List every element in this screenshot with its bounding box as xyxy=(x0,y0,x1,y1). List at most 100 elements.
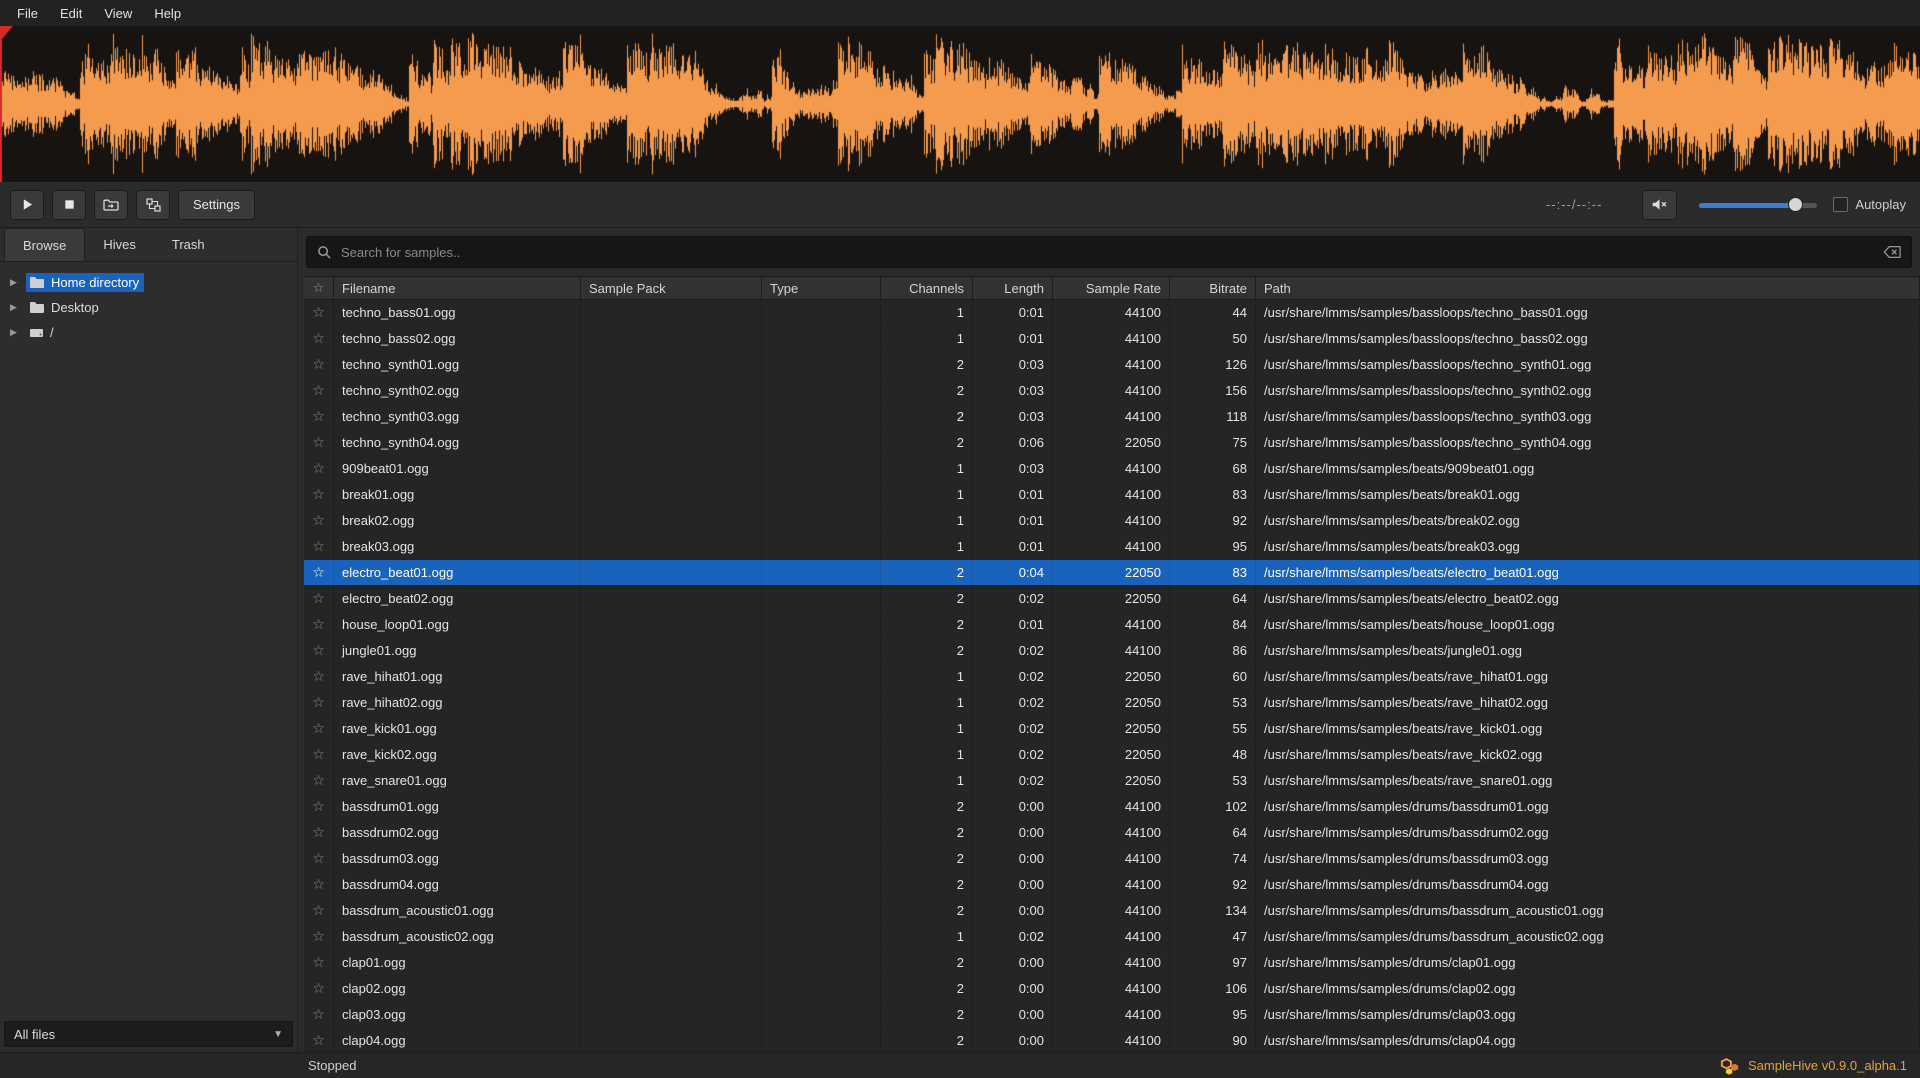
favorite-star-icon[interactable]: ☆ xyxy=(304,378,334,403)
table-row[interactable]: ☆ bassdrum01.ogg 2 0:00 44100 102 /usr/s… xyxy=(304,794,1920,820)
cell-bitrate: 55 xyxy=(1170,716,1256,741)
tab-hives[interactable]: Hives xyxy=(85,228,154,261)
autoplay-checkbox[interactable] xyxy=(1833,197,1848,212)
table-row[interactable]: ☆ electro_beat02.ogg 2 0:02 22050 64 /us… xyxy=(304,586,1920,612)
favorite-star-icon[interactable]: ☆ xyxy=(304,534,334,559)
table-row[interactable]: ☆ clap02.ogg 2 0:00 44100 106 /usr/share… xyxy=(304,976,1920,1002)
favorite-star-icon[interactable]: ☆ xyxy=(304,456,334,481)
table-row[interactable]: ☆ rave_hihat02.ogg 1 0:02 22050 53 /usr/… xyxy=(304,690,1920,716)
favorite-star-icon[interactable]: ☆ xyxy=(304,404,334,429)
column-bitrate[interactable]: Bitrate xyxy=(1170,277,1256,299)
favorite-star-icon[interactable]: ☆ xyxy=(304,1028,334,1052)
favorite-star-icon[interactable]: ☆ xyxy=(304,976,334,1001)
volume-knob[interactable] xyxy=(1788,197,1803,212)
favorite-star-icon[interactable]: ☆ xyxy=(304,586,334,611)
table-row[interactable]: ☆ rave_kick01.ogg 1 0:02 22050 55 /usr/s… xyxy=(304,716,1920,742)
search-input[interactable] xyxy=(341,245,1874,260)
tab-trash[interactable]: Trash xyxy=(154,228,223,261)
favorite-star-icon[interactable]: ☆ xyxy=(304,872,334,897)
file-filter-dropdown[interactable]: All files ▼ xyxy=(4,1021,293,1047)
menu-help[interactable]: Help xyxy=(143,2,192,25)
tree-item-desktop[interactable]: ▶ Desktop xyxy=(0,295,297,320)
column-type[interactable]: Type xyxy=(762,277,881,299)
favorite-star-icon[interactable]: ☆ xyxy=(304,352,334,377)
column-length[interactable]: Length xyxy=(973,277,1053,299)
column-sample-pack[interactable]: Sample Pack xyxy=(581,277,762,299)
table-row[interactable]: ☆ rave_kick02.ogg 1 0:02 22050 48 /usr/s… xyxy=(304,742,1920,768)
favorite-star-icon[interactable]: ☆ xyxy=(304,638,334,663)
table-row[interactable]: ☆ break01.ogg 1 0:01 44100 83 /usr/share… xyxy=(304,482,1920,508)
play-button[interactable] xyxy=(10,190,44,220)
stop-button[interactable] xyxy=(52,190,86,220)
table-row[interactable]: ☆ break03.ogg 1 0:01 44100 95 /usr/share… xyxy=(304,534,1920,560)
column-path[interactable]: Path xyxy=(1256,277,1920,299)
menu-view[interactable]: View xyxy=(93,2,143,25)
cell-filename: techno_synth02.ogg xyxy=(334,378,581,403)
table-row[interactable]: ☆ house_loop01.ogg 2 0:01 44100 84 /usr/… xyxy=(304,612,1920,638)
table-row[interactable]: ☆ rave_hihat01.ogg 1 0:02 22050 60 /usr/… xyxy=(304,664,1920,690)
favorite-star-icon[interactable]: ☆ xyxy=(304,508,334,533)
table-row[interactable]: ☆ bassdrum03.ogg 2 0:00 44100 74 /usr/sh… xyxy=(304,846,1920,872)
favorite-star-icon[interactable]: ☆ xyxy=(304,430,334,455)
table-row[interactable]: ☆ techno_synth02.ogg 2 0:03 44100 156 /u… xyxy=(304,378,1920,404)
settings-button[interactable]: Settings xyxy=(178,190,255,220)
favorite-star-icon[interactable]: ☆ xyxy=(304,846,334,871)
column-filename[interactable]: Filename xyxy=(334,277,581,299)
clear-search-icon[interactable] xyxy=(1883,245,1901,259)
table-row[interactable]: ☆ bassdrum_acoustic01.ogg 2 0:00 44100 1… xyxy=(304,898,1920,924)
menu-file[interactable]: File xyxy=(6,2,49,25)
table-row[interactable]: ☆ break02.ogg 1 0:01 44100 92 /usr/share… xyxy=(304,508,1920,534)
favorite-star-icon[interactable]: ☆ xyxy=(304,716,334,741)
tree-item-root[interactable]: ▶ / xyxy=(0,320,297,345)
table-row[interactable]: ☆ rave_snare01.ogg 1 0:02 22050 53 /usr/… xyxy=(304,768,1920,794)
table-row[interactable]: ☆ jungle01.ogg 2 0:02 44100 86 /usr/shar… xyxy=(304,638,1920,664)
cell-path: /usr/share/lmms/samples/bassloops/techno… xyxy=(1256,352,1920,377)
table-row[interactable]: ☆ clap03.ogg 2 0:00 44100 95 /usr/share/… xyxy=(304,1002,1920,1028)
cell-sample-rate: 44100 xyxy=(1053,950,1170,975)
mute-button[interactable] xyxy=(1642,190,1677,220)
favorite-star-icon[interactable]: ☆ xyxy=(304,1002,334,1027)
favorite-star-icon[interactable]: ☆ xyxy=(304,664,334,689)
expand-arrow-icon[interactable]: ▶ xyxy=(10,327,26,338)
favorite-star-icon[interactable]: ☆ xyxy=(304,482,334,507)
favorite-star-icon[interactable]: ☆ xyxy=(304,768,334,793)
favorite-star-icon[interactable]: ☆ xyxy=(304,794,334,819)
table-row[interactable]: ☆ 909beat01.ogg 1 0:03 44100 68 /usr/sha… xyxy=(304,456,1920,482)
table-row[interactable]: ☆ clap04.ogg 2 0:00 44100 90 /usr/share/… xyxy=(304,1028,1920,1052)
favorite-star-icon[interactable]: ☆ xyxy=(304,300,334,325)
column-channels[interactable]: Channels xyxy=(881,277,973,299)
table-row[interactable]: ☆ clap01.ogg 2 0:00 44100 97 /usr/share/… xyxy=(304,950,1920,976)
volume-slider[interactable] xyxy=(1699,197,1817,213)
column-sample-rate[interactable]: Sample Rate xyxy=(1053,277,1170,299)
loop-points-button[interactable] xyxy=(136,190,170,220)
table-row[interactable]: ☆ electro_beat01.ogg 2 0:04 22050 83 /us… xyxy=(304,560,1920,586)
favorite-star-icon[interactable]: ☆ xyxy=(304,326,334,351)
expand-arrow-icon[interactable]: ▶ xyxy=(10,302,26,313)
favorite-star-icon[interactable]: ☆ xyxy=(304,690,334,715)
cell-length: 0:01 xyxy=(973,482,1053,507)
table-row[interactable]: ☆ bassdrum02.ogg 2 0:00 44100 64 /usr/sh… xyxy=(304,820,1920,846)
tab-browse[interactable]: Browse xyxy=(4,228,85,261)
cell-channels: 2 xyxy=(881,976,973,1001)
favorite-star-icon[interactable]: ☆ xyxy=(304,612,334,637)
favorite-star-icon[interactable]: ☆ xyxy=(304,820,334,845)
table-row[interactable]: ☆ techno_synth04.ogg 2 0:06 22050 75 /us… xyxy=(304,430,1920,456)
favorite-star-icon[interactable]: ☆ xyxy=(304,560,334,585)
tree-item-home-directory[interactable]: ▶ Home directory xyxy=(0,270,297,295)
table-row[interactable]: ☆ techno_synth03.ogg 2 0:03 44100 118 /u… xyxy=(304,404,1920,430)
favorite-star-icon[interactable]: ☆ xyxy=(304,898,334,923)
table-row[interactable]: ☆ techno_synth01.ogg 2 0:03 44100 126 /u… xyxy=(304,352,1920,378)
column-favorite[interactable]: ☆ xyxy=(304,277,334,299)
favorite-star-icon[interactable]: ☆ xyxy=(304,950,334,975)
table-row[interactable]: ☆ bassdrum04.ogg 2 0:00 44100 92 /usr/sh… xyxy=(304,872,1920,898)
table-row[interactable]: ☆ bassdrum_acoustic02.ogg 1 0:02 44100 4… xyxy=(304,924,1920,950)
favorite-star-icon[interactable]: ☆ xyxy=(304,924,334,949)
waveform-canvas[interactable] xyxy=(0,26,1920,182)
loop-button[interactable] xyxy=(94,190,128,220)
favorite-star-icon[interactable]: ☆ xyxy=(304,742,334,767)
waveform-panel xyxy=(0,26,1920,182)
menu-edit[interactable]: Edit xyxy=(49,2,93,25)
table-row[interactable]: ☆ techno_bass02.ogg 1 0:01 44100 50 /usr… xyxy=(304,326,1920,352)
expand-arrow-icon[interactable]: ▶ xyxy=(10,277,26,288)
table-row[interactable]: ☆ techno_bass01.ogg 1 0:01 44100 44 /usr… xyxy=(304,300,1920,326)
